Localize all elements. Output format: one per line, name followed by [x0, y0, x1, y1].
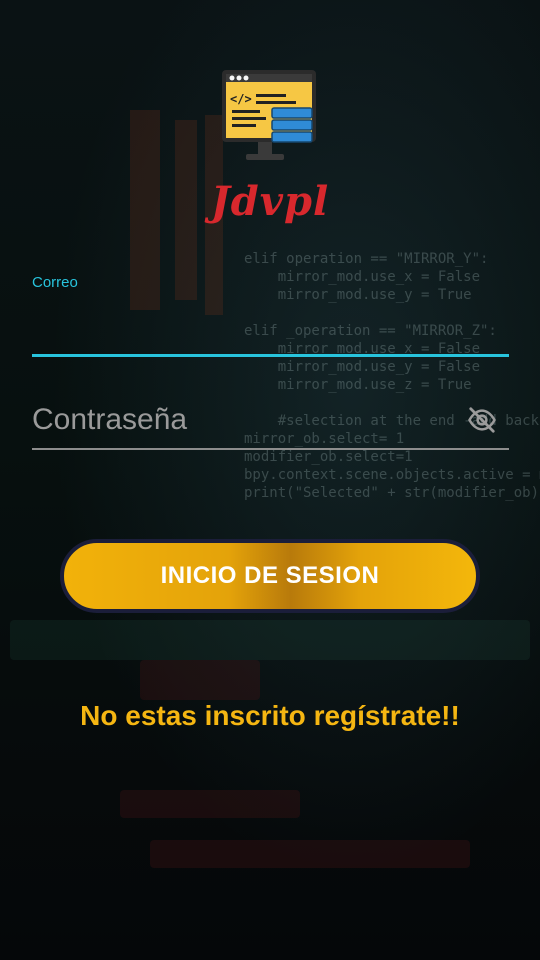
background-blur — [140, 660, 260, 700]
login-button[interactable]: INICIO DE SESION — [60, 539, 480, 613]
background-code-line: print("Selected" + str(modifier_ob)) — [244, 485, 540, 501]
brand-name: Jdvpl — [210, 178, 330, 225]
background-blur — [150, 840, 470, 868]
email-field-group: Correo — [32, 270, 509, 358]
svg-text:</>: </> — [230, 92, 252, 106]
background-blur — [10, 620, 530, 660]
background-blur — [120, 790, 300, 818]
email-underline — [32, 354, 509, 357]
password-underline — [32, 448, 509, 450]
password-field[interactable] — [32, 396, 452, 444]
background-code-line: bpy.context.scene.objects.active = m — [244, 467, 540, 483]
background-code-line: elif operation == "MIRROR_Y": — [244, 251, 489, 267]
background-code-line: mirror_mod.use_y = False — [244, 359, 481, 375]
code-monitor-server-icon: </> — [222, 70, 316, 160]
register-link[interactable]: No estas inscrito regístrate!! — [0, 700, 540, 732]
email-label: Correo — [32, 274, 78, 291]
eye-off-icon[interactable] — [467, 405, 497, 435]
password-field-group — [32, 392, 509, 452]
email-field[interactable] — [32, 300, 509, 352]
